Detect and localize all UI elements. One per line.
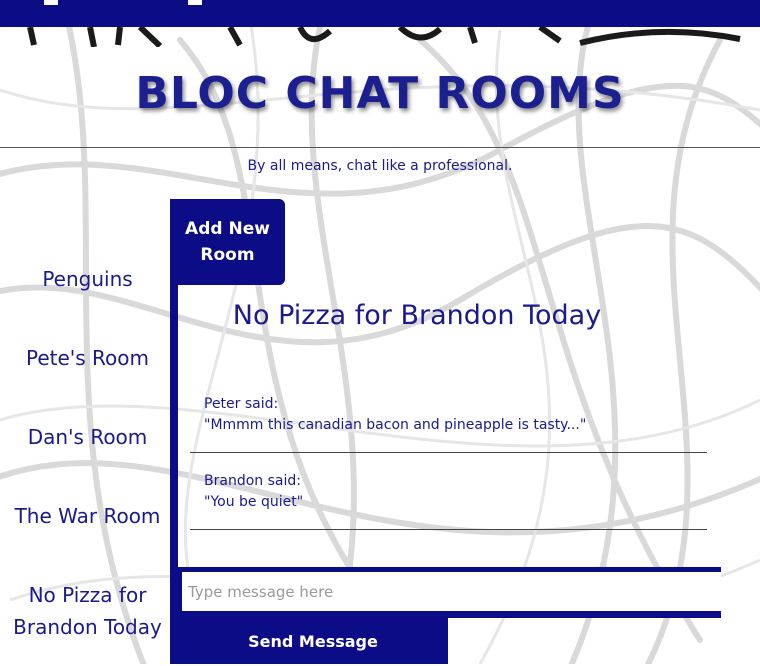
message-input[interactable] (182, 572, 721, 611)
message-text: "Mmmm this canadian bacon and pineapple … (204, 417, 587, 433)
tagline: By all means, chat like a professional. (247, 158, 513, 174)
message-author: Peter said: (204, 396, 279, 412)
top-bar (0, 0, 760, 27)
room-item-the-war-room[interactable]: The War Room (0, 500, 175, 532)
message-text: "You be quiet" (204, 494, 304, 510)
add-new-room-label: Add New Room (185, 219, 270, 265)
room-item-dans-room[interactable]: Dan's Room (0, 421, 175, 453)
message-author: Brandon said: (204, 473, 301, 489)
top-bar-mark (188, 0, 202, 5)
add-new-room-button[interactable]: Add New Room (170, 199, 285, 285)
message-item: Peter said: "Mmmm this canadian bacon an… (190, 394, 707, 453)
active-room-title: No Pizza for Brandon Today (232, 300, 602, 331)
message-item: Brandon said: "You be quiet" (190, 471, 707, 530)
room-item-no-pizza-for-brandon-today[interactable]: No Pizza for Brandon Today (0, 579, 175, 643)
page-title: BLOC CHAT ROOMS (135, 68, 625, 119)
top-bar-mark (44, 0, 58, 5)
message-composer (178, 567, 721, 618)
send-message-button[interactable]: Send Message (178, 618, 448, 664)
room-item-petes-room[interactable]: Pete's Room (0, 342, 175, 374)
room-item-penguins[interactable]: Penguins (0, 263, 175, 295)
header-divider (0, 147, 760, 148)
header-ink-band (27, 27, 741, 47)
